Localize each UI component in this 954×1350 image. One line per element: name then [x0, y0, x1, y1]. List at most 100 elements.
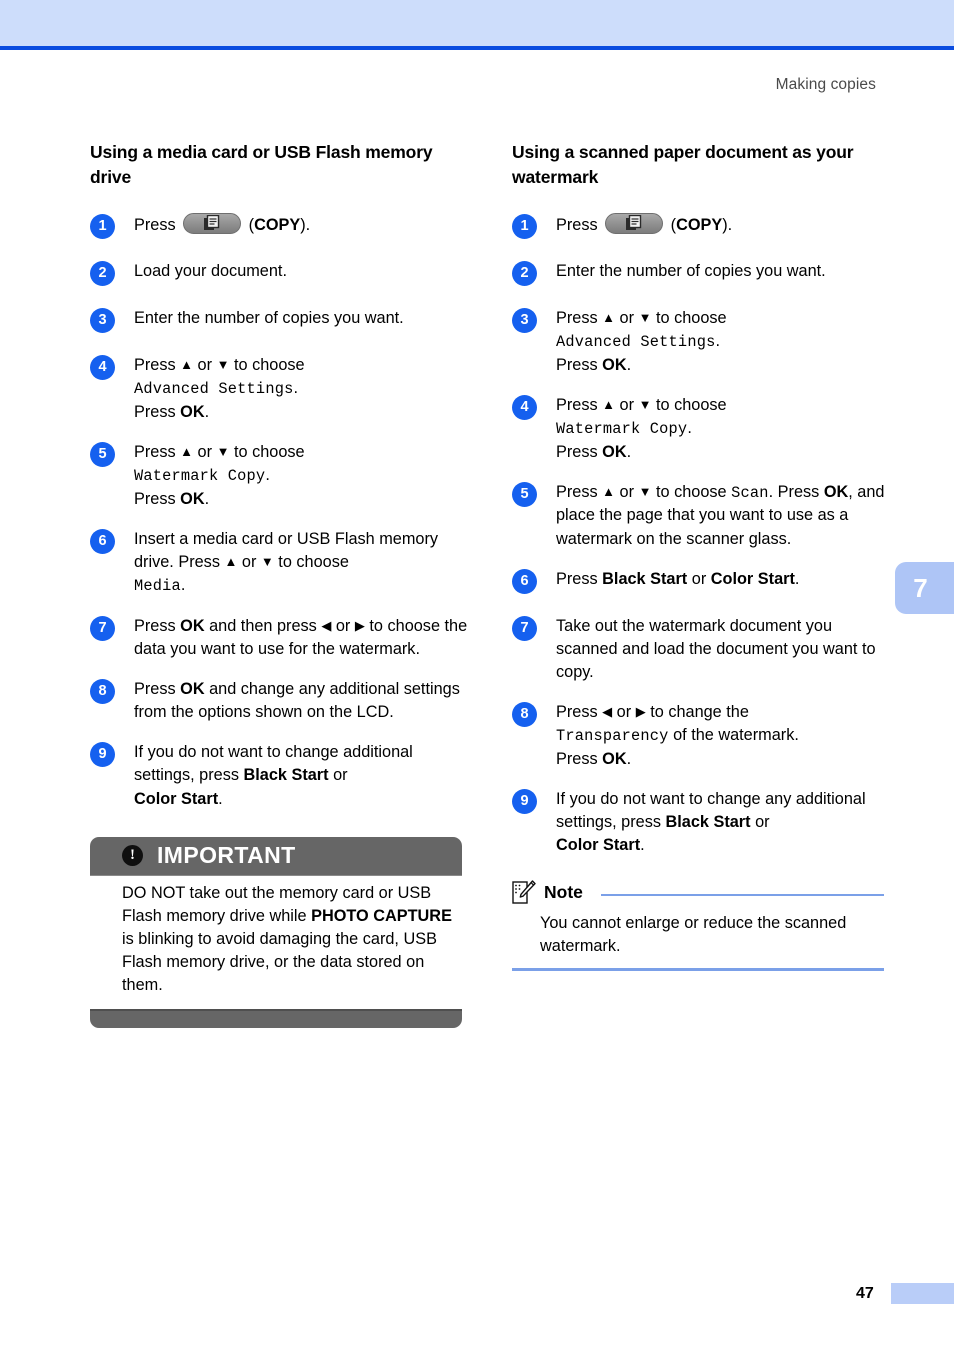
- important-body-text: DO NOT take out the memory card or USB F…: [90, 874, 462, 1010]
- step-text: Enter the number of copies you want.: [134, 308, 404, 327]
- step-number-badge: 9: [512, 789, 537, 815]
- procedure-step: 6 Press Black Start or Color Start.: [512, 568, 890, 598]
- page-number: 47: [856, 1285, 874, 1302]
- step-number-badge: 4: [90, 354, 115, 380]
- emphasis-text: Black Start: [602, 569, 688, 588]
- step-text: Press ▲ or ▼ to choose Watermark Copy. Pre…: [134, 442, 305, 508]
- procedure-step: 1 Press (COPY).: [512, 212, 890, 243]
- procedure-step: 1 Press (COPY).: [90, 212, 468, 243]
- left-section-heading: Using a media card or USB Flash memory d…: [90, 142, 433, 188]
- emphasis-text: COPY: [676, 215, 723, 234]
- step-text: If you do not want to change additional …: [134, 743, 413, 808]
- chapter-thumb-tab: 7: [895, 562, 954, 614]
- step-text: Press ▲ or ▼ to choose Scan. Press OK, a…: [556, 482, 885, 548]
- emphasis-text: OK: [180, 489, 205, 508]
- important-callout: ! IMPORTANT DO NOT take out the memory c…: [90, 836, 462, 1029]
- step-text: Load your document.: [134, 261, 287, 280]
- copy-key-icon: [605, 212, 664, 234]
- exclamation-icon: !: [122, 845, 143, 867]
- running-header-title: Making copies: [775, 76, 876, 93]
- direction-arrow-icon: ◀: [602, 704, 613, 720]
- procedure-step: 7 Press OK and then press ◀ or ▶ to choos…: [90, 615, 468, 661]
- emphasis-text: OK: [602, 442, 627, 461]
- step-number-badge: 7: [512, 615, 537, 641]
- step-text: Press (COPY).: [134, 212, 468, 237]
- step-text: Press ▲ or ▼ to choose Watermark Copy. Pre…: [556, 395, 727, 461]
- lcd-command-text: Media: [134, 577, 181, 596]
- emphasis-text: Color Start: [134, 789, 219, 808]
- step-text: Press OK and change any additional setti…: [134, 680, 460, 722]
- important-header-bar: ! IMPORTANT: [90, 836, 462, 875]
- note-callout: Note You cannot enlarge or reduce the sc…: [512, 879, 884, 971]
- direction-arrow-icon: ▲: [180, 443, 194, 459]
- step-text: Press Black Start or Color Start.: [556, 569, 800, 588]
- step-number-badge: 5: [90, 441, 115, 467]
- lcd-command-text: Watermark Copy: [556, 419, 688, 438]
- important-title: IMPORTANT: [157, 842, 296, 869]
- step-text: Press (COPY).: [556, 212, 890, 237]
- procedure-step: 9 If you do not want to change any additi…: [512, 788, 890, 857]
- step-text: Press ◀ or ▶ to change the Transparency o…: [556, 703, 799, 769]
- note-body-text: You cannot enlarge or reduce the scanned…: [540, 913, 847, 955]
- note-header-rule: [600, 893, 884, 896]
- procedure-step: 5 Press ▲ or ▼ to choose Watermark Copy. Pr…: [90, 441, 468, 511]
- direction-arrow-icon: ▶: [635, 704, 646, 720]
- note-pencil-icon: [512, 879, 536, 906]
- direction-arrow-icon: ▶: [354, 617, 365, 633]
- page-top-band: [0, 0, 954, 46]
- step-text: Press ▲ or ▼ to choose Advanced Settings.…: [134, 355, 305, 421]
- left-column: Using a media card or USB Flash memory d…: [90, 140, 468, 1029]
- step-text: Press ▲ or ▼ to choose Advanced Settings.…: [556, 308, 727, 374]
- direction-arrow-icon: ▼: [638, 396, 652, 412]
- step-number-badge: 2: [512, 260, 537, 286]
- procedure-step: 4 Press ▲ or ▼ to choose Advanced Settings…: [90, 354, 468, 424]
- direction-arrow-icon: ▼: [216, 443, 230, 459]
- emphasis-text: OK: [823, 482, 849, 501]
- emphasis-text: OK: [180, 402, 205, 421]
- step-number-badge: 3: [90, 307, 115, 333]
- procedure-step: 5 Press ▲ or ▼ to choose Scan. Press OK, …: [512, 481, 890, 551]
- lcd-command-text: Advanced Settings: [556, 332, 716, 351]
- direction-arrow-icon: ▲: [602, 483, 616, 499]
- direction-arrow-icon: ▲: [180, 356, 194, 372]
- right-step-list: 1 Press (COPY). 2 Enter the number of copie…: [512, 212, 890, 858]
- step-text: Insert a media card or USB Flash memory …: [134, 529, 439, 596]
- direction-arrow-icon: ▲: [224, 553, 238, 569]
- emphasis-text: PHOTO CAPTURE: [311, 906, 452, 925]
- right-section-heading: Using a scanned paper document as your w…: [512, 142, 854, 188]
- emphasis-text: OK: [180, 616, 205, 635]
- lcd-command-text: Advanced Settings: [134, 379, 294, 398]
- step-number-badge: 1: [512, 213, 537, 239]
- direction-arrow-icon: ▼: [216, 356, 230, 372]
- procedure-step: 2 Load your document.: [90, 260, 468, 290]
- emphasis-text: Black Start: [665, 813, 751, 832]
- step-number-badge: 8: [512, 702, 537, 728]
- direction-arrow-icon: ▲: [602, 396, 616, 412]
- procedure-step: 6 Insert a media card or USB Flash memory…: [90, 528, 468, 598]
- lcd-command-text: Scan: [731, 483, 769, 502]
- step-text: Press OK and then press ◀ or ▶ to choose…: [134, 616, 468, 658]
- step-number-badge: 7: [90, 615, 115, 641]
- important-footer-bar: [90, 1009, 462, 1029]
- procedure-step: 9 If you do not want to change additional…: [90, 741, 468, 810]
- direction-arrow-icon: ▼: [638, 309, 652, 325]
- emphasis-text: OK: [180, 680, 205, 699]
- emphasis-text: OK: [602, 355, 627, 374]
- step-text: Take out the watermark document you scan…: [556, 616, 876, 682]
- note-title: Note: [544, 882, 583, 903]
- procedure-step: 3 Press ▲ or ▼ to choose Advanced Settings…: [512, 307, 890, 377]
- step-number-badge: 8: [90, 679, 115, 705]
- procedure-step: 3 Enter the number of copies you want.: [90, 307, 468, 337]
- procedure-step: 7 Take out the watermark document you sca…: [512, 615, 890, 684]
- note-header: Note: [512, 879, 884, 906]
- emphasis-text: Color Start: [556, 836, 641, 855]
- left-step-list: 1 Press (COPY). 2 Load your document. 3 Enter…: [90, 212, 468, 811]
- right-column: Using a scanned paper document as your w…: [512, 140, 890, 971]
- step-number-badge: 2: [90, 260, 115, 286]
- step-number-badge: 9: [90, 742, 115, 768]
- step-number-badge: 6: [512, 568, 537, 594]
- step-text: Enter the number of copies you want.: [556, 261, 826, 280]
- emphasis-text: COPY: [254, 215, 301, 234]
- procedure-step: 8 Press OK and change any additional sett…: [90, 678, 468, 724]
- copy-key-icon: [183, 212, 242, 234]
